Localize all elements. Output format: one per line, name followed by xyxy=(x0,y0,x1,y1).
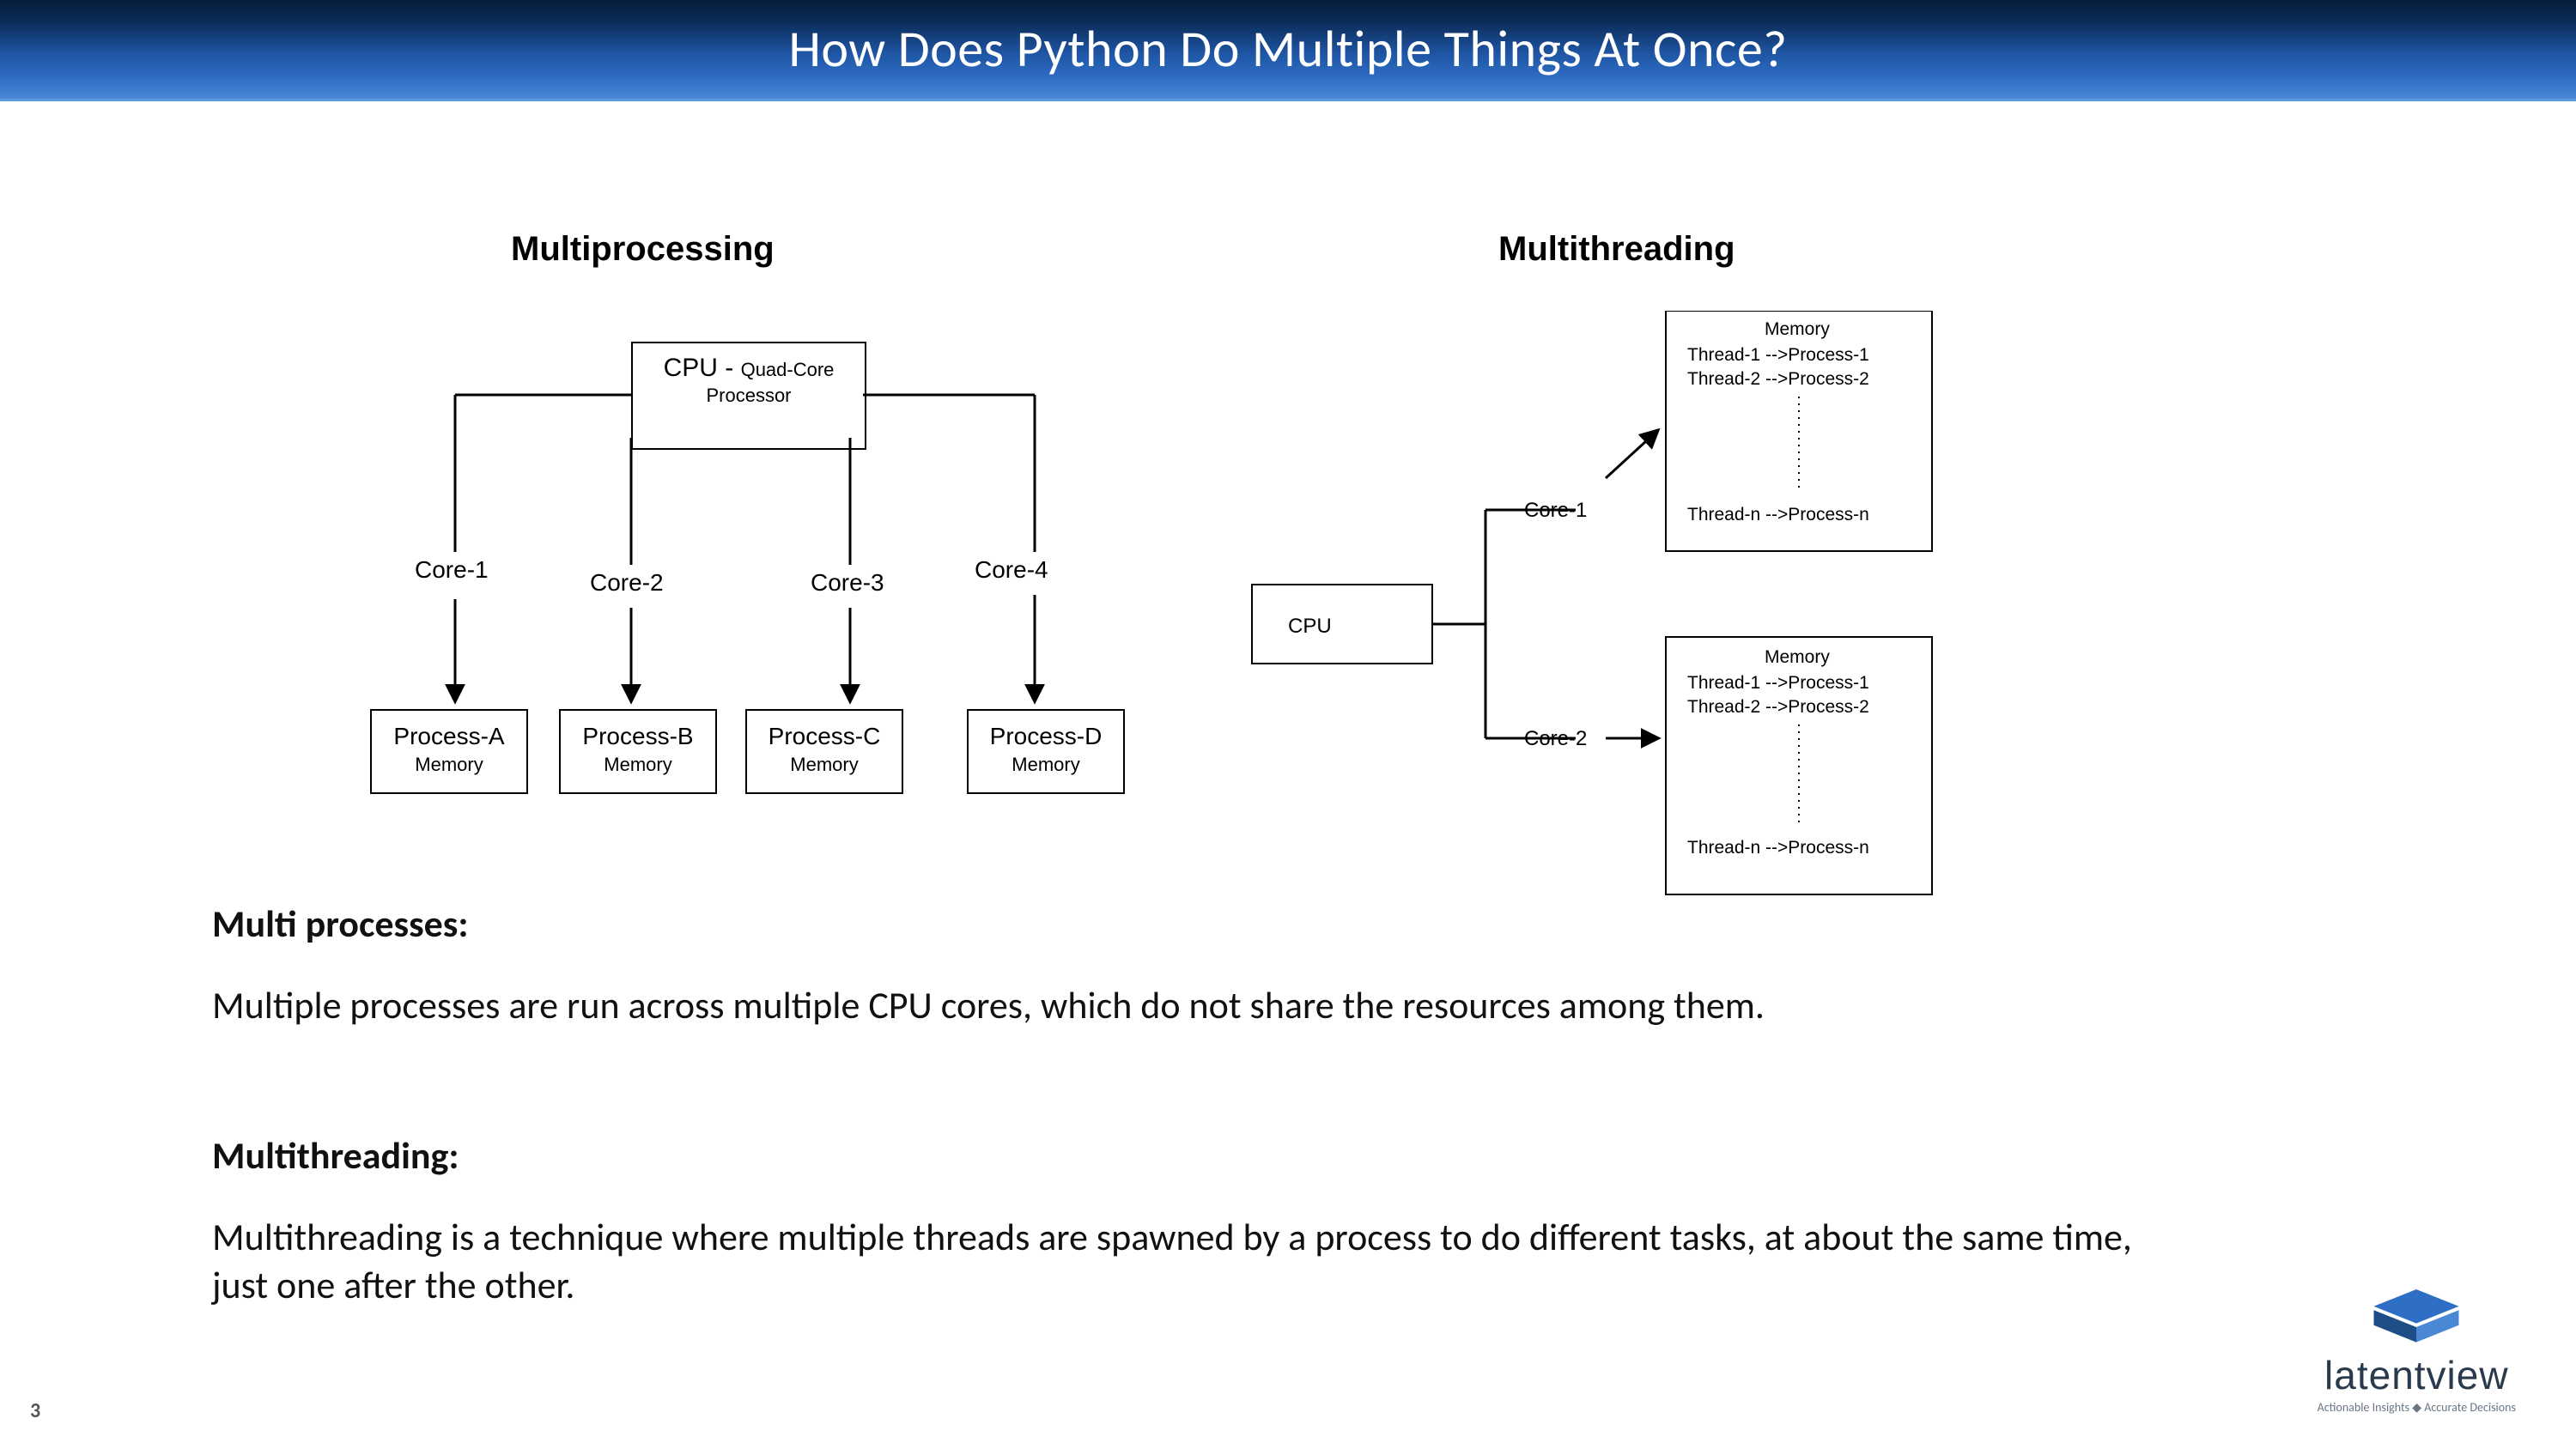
process-b-box: Process-B Memory xyxy=(559,709,717,794)
process-a-box: Process-A Memory xyxy=(370,709,528,794)
svg-text:Thread-2 -->Process-2: Thread-2 -->Process-2 xyxy=(1687,369,1869,389)
multi-processes-heading: Multi processes: xyxy=(212,900,2187,948)
multithreading-paragraph: Multithreading is a technique where mult… xyxy=(212,1213,2187,1310)
svg-text:Memory: Memory xyxy=(1765,319,1830,339)
svg-text:Thread-2 -->Process-2: Thread-2 -->Process-2 xyxy=(1687,697,1869,717)
process-c-label: Process-C xyxy=(747,723,902,750)
svg-text:Memory: Memory xyxy=(1765,647,1830,667)
logo-wordmark: latentview xyxy=(2318,1352,2516,1398)
multiprocessing-title: Multiprocessing xyxy=(511,230,775,269)
logo-mark-icon xyxy=(2318,1288,2516,1352)
slide-content: Multiprocessing Multithreading CPU - Qua… xyxy=(0,101,2576,1449)
process-c-box: Process-C Memory xyxy=(745,709,903,794)
process-d-box: Process-D Memory xyxy=(967,709,1125,794)
multithreading-diagram: CPU Core-1 Core-2 Memory Thread-1 -->Pro… xyxy=(1236,311,1949,912)
mt-cpu-label: CPU xyxy=(1288,615,1332,638)
slide-header: How Does Python Do Multiple Things At On… xyxy=(0,0,2576,101)
multiprocessing-connectors xyxy=(369,342,1142,711)
page-number: 3 xyxy=(30,1398,40,1423)
process-a-label: Process-A xyxy=(372,723,526,750)
memory-label: Memory xyxy=(561,754,715,776)
logo-tagline: Actionable Insights ◆ Accurate Decisions xyxy=(2318,1400,2516,1415)
process-d-label: Process-D xyxy=(969,723,1123,750)
svg-text:Core-1: Core-1 xyxy=(1524,499,1587,522)
svg-text:Thread-1 -->Process-1: Thread-1 -->Process-1 xyxy=(1687,345,1869,365)
slide-title: How Does Python Do Multiple Things At On… xyxy=(788,18,1787,81)
svg-text:Core-2: Core-2 xyxy=(1524,727,1587,750)
memory-label: Memory xyxy=(969,754,1123,776)
process-b-label: Process-B xyxy=(561,723,715,750)
memory-label: Memory xyxy=(372,754,526,776)
svg-text:Thread-1 -->Process-1: Thread-1 -->Process-1 xyxy=(1687,673,1869,693)
latentview-logo: latentview Actionable Insights ◆ Accurat… xyxy=(2318,1288,2516,1415)
multithreading-heading: Multithreading: xyxy=(212,1131,2187,1179)
multi-processes-paragraph: Multiple processes are run across multip… xyxy=(212,981,2187,1029)
multithreading-title: Multithreading xyxy=(1498,230,1735,269)
svg-text:Thread-n -->Process-n: Thread-n -->Process-n xyxy=(1687,505,1869,524)
memory-label: Memory xyxy=(747,754,902,776)
svg-text:Thread-n -->Process-n: Thread-n -->Process-n xyxy=(1687,838,1869,858)
